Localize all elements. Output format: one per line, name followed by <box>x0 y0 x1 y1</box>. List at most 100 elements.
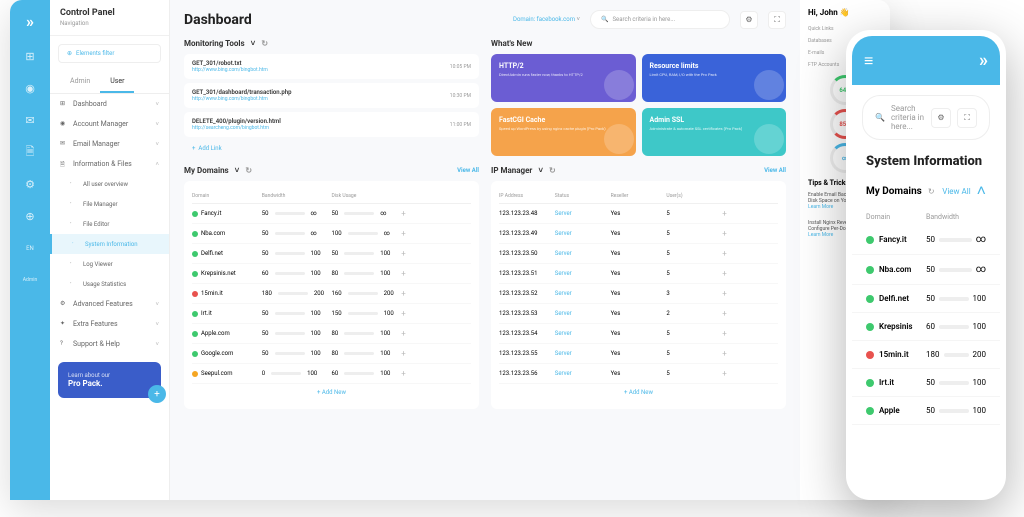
refresh-icon[interactable]: ↻ <box>245 166 252 175</box>
search-input[interactable]: 🔍 Search criteria in here... <box>590 10 730 29</box>
nav-subitem[interactable]: ·File Manager <box>50 194 169 214</box>
tab-user[interactable]: User <box>100 71 134 93</box>
chevron-icon: ˅ <box>155 301 159 308</box>
add-new-button[interactable]: + Add New <box>192 384 471 401</box>
expand-icon[interactable]: ⛶ <box>957 108 977 128</box>
settings-icon[interactable]: ⚙ <box>23 177 37 191</box>
table-row[interactable]: Apple.com5010080100+ <box>192 324 471 344</box>
add-icon[interactable]: + <box>401 289 471 298</box>
phone-table-row[interactable]: Delfi.net50100 <box>852 285 1000 313</box>
lang-icon[interactable]: EN <box>23 241 37 255</box>
expand-button[interactable]: ⛶ <box>768 11 786 29</box>
table-row[interactable]: 123.123.23.48ServerYes5+ <box>499 204 778 224</box>
add-icon[interactable]: + <box>722 369 778 378</box>
phone-table-row[interactable]: Irt.it50100 <box>852 369 1000 397</box>
table-row[interactable]: 123.123.23.56ServerYes5+ <box>499 364 778 384</box>
nav-subitem[interactable]: ·All user overview <box>50 174 169 194</box>
phone-table-row[interactable]: Krepsinis60100 <box>852 313 1000 341</box>
add-icon[interactable]: + <box>722 229 778 238</box>
add-link-button[interactable]: +Add Link <box>184 141 479 156</box>
nav-subitem[interactable]: ·Log Viewer <box>50 254 169 274</box>
table-row[interactable]: 123.123.23.50ServerYes5+ <box>499 244 778 264</box>
nav-item[interactable]: ✉Email Manager˅ <box>50 134 169 154</box>
phone-table-row[interactable]: Nba.com50∞ <box>852 255 1000 285</box>
filter-button[interactable]: ⚙ <box>740 11 758 29</box>
domain-selector[interactable]: Domain: facebook.com ˅ <box>513 16 580 23</box>
nav-item[interactable]: ✦Extra Features˅ <box>50 314 169 334</box>
refresh-icon[interactable]: ↻ <box>261 39 268 48</box>
elements-filter-button[interactable]: ⊕ Elements filter <box>58 44 161 63</box>
phone-logo-icon: » <box>979 50 988 71</box>
monitoring-item[interactable]: GET_301/robot.txthttp://www.bing.com/bin… <box>184 54 479 79</box>
table-row[interactable]: Irt.it50100150100+ <box>192 304 471 324</box>
add-icon[interactable]: + <box>722 349 778 358</box>
add-icon[interactable]: + <box>722 269 778 278</box>
phone-table-row[interactable]: Apple50100 <box>852 397 1000 425</box>
table-row[interactable]: Krepsinis.net6010080100+ <box>192 264 471 284</box>
promo-card[interactable]: Learn about our Pro Pack. + <box>58 362 161 398</box>
table-row[interactable]: Delfi.net5010050100+ <box>192 244 471 264</box>
add-icon[interactable]: + <box>401 209 471 218</box>
add-icon[interactable]: + <box>401 229 471 238</box>
file-icon[interactable]: 🗎 <box>23 145 37 159</box>
admin-icon[interactable]: Admin <box>23 273 37 287</box>
nav-item[interactable]: ?Support & Help˅ <box>50 334 169 354</box>
main-header: Dashboard Domain: facebook.com ˅ 🔍 Searc… <box>184 10 786 29</box>
nav-icon: ⊞ <box>60 100 68 108</box>
table-row[interactable]: 123.123.23.52ServerYes3+ <box>499 284 778 304</box>
dashboard-icon[interactable]: ⊞ <box>23 49 37 63</box>
tab-admin[interactable]: Admin <box>60 71 100 93</box>
add-icon[interactable]: + <box>401 329 471 338</box>
add-icon[interactable]: + <box>722 329 778 338</box>
whatsnew-card[interactable]: FastCGI CacheSpeed up WordPress by using… <box>491 108 636 156</box>
add-icon[interactable]: + <box>722 309 778 318</box>
whatsnew-card[interactable]: Admin SSLAdministrate & automate SSL cer… <box>642 108 787 156</box>
add-icon[interactable]: + <box>722 209 778 218</box>
add-icon[interactable]: + <box>401 249 471 258</box>
nav-subitem[interactable]: ·Usage Statistics <box>50 274 169 294</box>
table-row[interactable]: Fancy.it50∞50∞+ <box>192 204 471 224</box>
chevron-up-icon[interactable]: ˄ <box>977 181 986 201</box>
nav-item[interactable]: ⊞Dashboard˅ <box>50 94 169 114</box>
table-row[interactable]: 15min.it180200160200+ <box>192 284 471 304</box>
promo-fab-button[interactable]: + <box>148 385 166 403</box>
user-icon[interactable]: ◉ <box>23 81 37 95</box>
phone-viewall-link[interactable]: View All <box>942 187 970 196</box>
nav-item[interactable]: ◉Account Manager˅ <box>50 114 169 134</box>
add-icon[interactable]: + <box>722 289 778 298</box>
whatsnew-card[interactable]: HTTP/2DirectAdmin runs faster now, thank… <box>491 54 636 102</box>
nav-subitem[interactable]: ·System Information <box>50 234 169 254</box>
nav-item[interactable]: 🗎Information & Files˄ <box>50 154 169 174</box>
phone-table-row[interactable]: 15min.it180200 <box>852 341 1000 369</box>
globe-icon[interactable]: ⊕ <box>23 209 37 223</box>
mail-icon[interactable]: ✉ <box>23 113 37 127</box>
table-row[interactable]: 123.123.23.49ServerYes5+ <box>499 224 778 244</box>
viewall-link[interactable]: View All <box>457 167 479 174</box>
whatsnew-card[interactable]: Resource limitsLimit CPU, RAM, I/O with … <box>642 54 787 102</box>
add-icon[interactable]: + <box>722 249 778 258</box>
nav-subitem[interactable]: ·File Editor <box>50 214 169 234</box>
monitoring-item[interactable]: GET_301/dashboard/transaction.phphttp://… <box>184 83 479 108</box>
table-row[interactable]: Seepul.com010060100+ <box>192 364 471 384</box>
refresh-icon[interactable]: ↻ <box>928 187 935 196</box>
phone-search-input[interactable]: 🔍 Search criteria in here... ⚙ ⛶ <box>862 95 990 140</box>
table-row[interactable]: 123.123.23.55ServerYes5+ <box>499 344 778 364</box>
add-new-button[interactable]: + Add New <box>499 384 778 401</box>
plus-icon: + <box>192 145 195 152</box>
nav-item[interactable]: ⚙Advanced Features˅ <box>50 294 169 314</box>
table-row[interactable]: Google.com5010080100+ <box>192 344 471 364</box>
table-row[interactable]: 123.123.23.53ServerYes2+ <box>499 304 778 324</box>
table-row[interactable]: 123.123.23.51ServerYes5+ <box>499 264 778 284</box>
filter-icon[interactable]: ⚙ <box>931 108 951 128</box>
add-icon[interactable]: + <box>401 309 471 318</box>
viewall-link[interactable]: View All <box>764 167 786 174</box>
phone-table-row[interactable]: Fancy.it50∞ <box>852 225 1000 255</box>
add-icon[interactable]: + <box>401 349 471 358</box>
hamburger-icon[interactable]: ≡ <box>864 51 873 71</box>
add-icon[interactable]: + <box>401 369 471 378</box>
refresh-icon[interactable]: ↻ <box>549 166 556 175</box>
add-icon[interactable]: + <box>401 269 471 278</box>
monitoring-item[interactable]: DELETE_400/plugin/version.htmlhttp://sea… <box>184 112 479 137</box>
table-row[interactable]: Nba.com50∞100∞+ <box>192 224 471 244</box>
table-row[interactable]: 123.123.23.54ServerYes5+ <box>499 324 778 344</box>
